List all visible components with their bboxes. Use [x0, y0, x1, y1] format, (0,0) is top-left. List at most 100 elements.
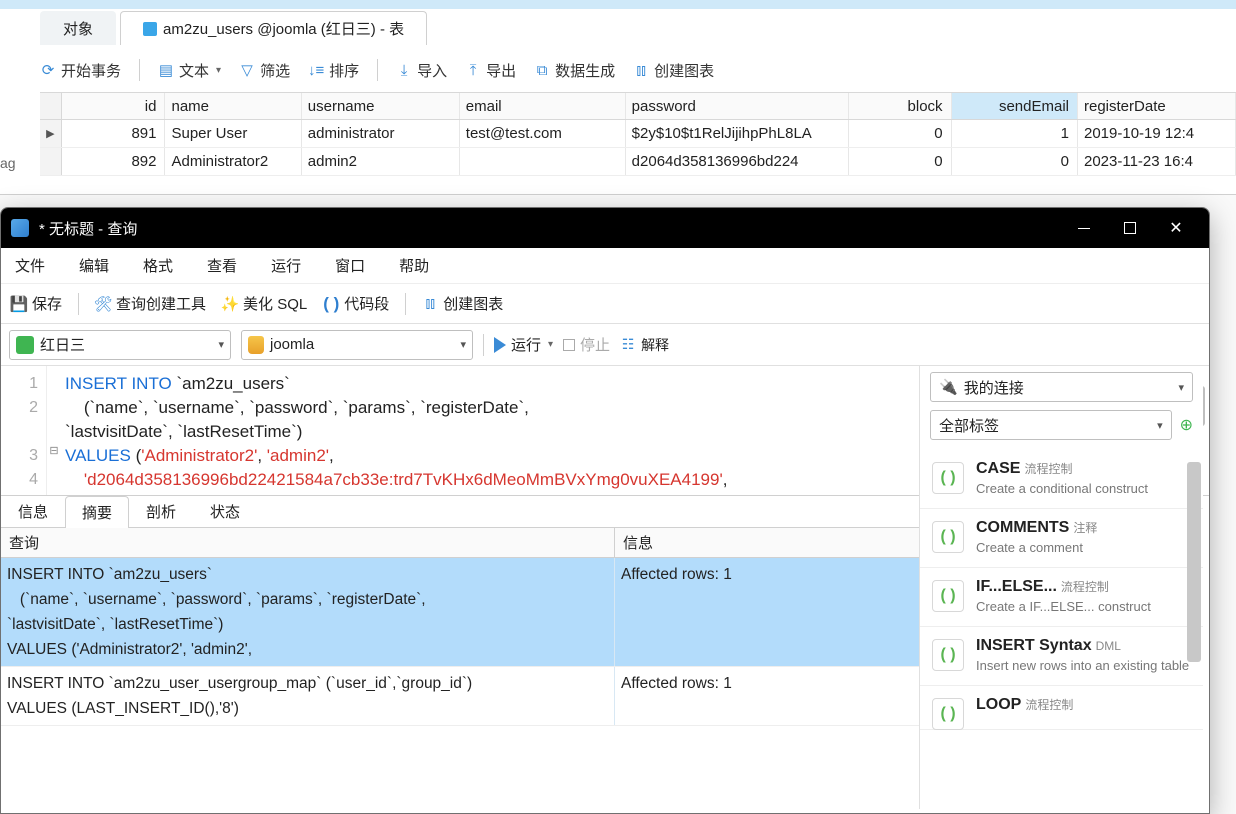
- beautify-icon: ✨: [222, 296, 238, 312]
- import-button[interactable]: ⤓导入: [396, 60, 447, 81]
- begin-transaction-button[interactable]: ⟳开始事务: [40, 60, 121, 81]
- col-block[interactable]: block: [849, 93, 952, 119]
- filter-button[interactable]: ▽筛选: [239, 60, 290, 81]
- col-sendemail[interactable]: sendEmail: [952, 93, 1078, 119]
- cell[interactable]: test@test.com: [460, 120, 626, 147]
- beautify-button[interactable]: ✨美化 SQL: [222, 293, 307, 314]
- cell[interactable]: 0: [952, 148, 1078, 175]
- explain-label: 解释: [641, 335, 669, 355]
- cell[interactable]: 0: [849, 148, 952, 175]
- row-handle[interactable]: ▶: [40, 120, 62, 147]
- save-button[interactable]: 💾保存: [11, 293, 62, 314]
- result-tab-profile[interactable]: 剖析: [129, 495, 193, 527]
- snippet-list: ( )CASE流程控制Create a conditional construc…: [920, 450, 1203, 730]
- maximize-button[interactable]: [1107, 208, 1153, 248]
- table-header: id name username email password block se…: [40, 92, 1236, 120]
- table-row[interactable]: 892 Administrator2 admin2 d2064d35813699…: [40, 148, 1236, 176]
- cell[interactable]: 891: [62, 120, 166, 147]
- row-handle[interactable]: [40, 148, 62, 175]
- snippet-panel: 🔌我的连接▾ 全部标签▾ ⊕ ( )CASE流程控制Create a condi…: [919, 366, 1203, 809]
- titlebar[interactable]: * 无标题 - 查询 ✕: [1, 208, 1209, 248]
- snippet-item[interactable]: ( )LOOP流程控制: [920, 686, 1203, 730]
- snippet-scrollbar[interactable]: [1187, 462, 1201, 662]
- save-label: 保存: [32, 293, 62, 314]
- tag-filter[interactable]: 全部标签▾: [930, 410, 1172, 440]
- close-button[interactable]: ✕: [1153, 208, 1199, 248]
- menu-run[interactable]: 运行: [271, 255, 301, 276]
- result-row[interactable]: INSERT INTO `am2zu_user_usergroup_map` (…: [1, 667, 919, 726]
- cell[interactable]: $2y$10$t1RelJijihpPhL8LA: [626, 120, 849, 147]
- menu-format[interactable]: 格式: [143, 255, 173, 276]
- snippet-item[interactable]: ( )INSERT SyntaxDMLInsert new rows into …: [920, 627, 1203, 686]
- begin-label: 开始事务: [61, 60, 121, 81]
- chart-button[interactable]: ⫾⫾创建图表: [422, 293, 503, 314]
- snippet-tag: 流程控制: [1061, 580, 1109, 594]
- connection-select[interactable]: 红日三▾: [9, 330, 231, 360]
- snippet-item[interactable]: ( )COMMENTS注释Create a comment: [920, 509, 1203, 568]
- menu-help[interactable]: 帮助: [399, 255, 429, 276]
- menu-view[interactable]: 查看: [207, 255, 237, 276]
- plug-icon: 🔌: [939, 378, 958, 396]
- cell[interactable]: 892: [62, 148, 166, 175]
- sort-label: 排序: [329, 60, 359, 81]
- col-name[interactable]: name: [165, 93, 301, 119]
- cell[interactable]: 2019-10-19 12:4: [1078, 120, 1236, 147]
- database-select[interactable]: joomla ▾: [241, 330, 473, 360]
- col-password[interactable]: password: [626, 93, 849, 119]
- tab-table[interactable]: am2zu_users @joomla (红日三) - 表: [120, 11, 427, 45]
- snippet-item[interactable]: ( )IF...ELSE...流程控制Create a IF...ELSE...…: [920, 568, 1203, 627]
- play-icon: [494, 337, 506, 353]
- col-username[interactable]: username: [302, 93, 460, 119]
- explain-button[interactable]: ☷解释: [620, 335, 669, 355]
- fold-column[interactable]: ⊟: [47, 366, 61, 495]
- export-label: 导出: [486, 60, 516, 81]
- snippet-tag: 注释: [1073, 521, 1097, 535]
- str: 'Administrator2': [141, 446, 257, 465]
- cell[interactable]: 1: [952, 120, 1078, 147]
- cell[interactable]: 2023-11-23 16:4: [1078, 148, 1236, 175]
- chevron-down-icon: ▾: [460, 338, 466, 351]
- result-row[interactable]: INSERT INTO `am2zu_users` (`name`, `user…: [1, 558, 919, 667]
- query-builder-button[interactable]: 🛠查询创建工具: [95, 293, 206, 314]
- result-tab-info[interactable]: 信息: [1, 495, 65, 527]
- result-col-message[interactable]: 信息: [615, 528, 919, 557]
- cell[interactable]: 0: [849, 120, 952, 147]
- result-tab-status[interactable]: 状态: [193, 495, 257, 527]
- chart-button[interactable]: ⫾⫾创建图表: [633, 60, 714, 81]
- menu-file[interactable]: 文件: [15, 255, 45, 276]
- text-button[interactable]: ▤文本▾: [158, 60, 221, 81]
- cell[interactable]: Administrator2: [165, 148, 301, 175]
- result-tab-summary[interactable]: 摘要: [65, 496, 129, 528]
- menu-edit[interactable]: 编辑: [79, 255, 109, 276]
- export-button[interactable]: ⤒导出: [465, 60, 516, 81]
- snippet-title: CASE: [976, 460, 1020, 477]
- result-col-query[interactable]: 查询: [1, 528, 615, 557]
- sort-button[interactable]: ↓≡排序: [308, 60, 359, 81]
- add-snippet-button[interactable]: ⊕: [1180, 415, 1193, 435]
- cell[interactable]: d2064d358136996bd224: [626, 148, 849, 175]
- result-query: INSERT INTO `am2zu_users` (`name`, `user…: [1, 558, 615, 666]
- col-registerdate[interactable]: registerDate: [1078, 93, 1236, 119]
- txt: (`name`, `username`, `password`, `params…: [65, 398, 529, 417]
- minimize-button[interactable]: [1061, 208, 1107, 248]
- import-label: 导入: [417, 60, 447, 81]
- cell[interactable]: Super User: [165, 120, 301, 147]
- database-label: joomla: [270, 336, 314, 353]
- result-tabs: 信息 摘要 剖析 状态: [1, 496, 919, 528]
- cell[interactable]: administrator: [302, 120, 460, 147]
- cell[interactable]: admin2: [302, 148, 460, 175]
- separator: [483, 334, 484, 356]
- datagen-button[interactable]: ⧉数据生成: [534, 60, 615, 81]
- run-button[interactable]: 运行▾: [494, 334, 553, 355]
- col-email[interactable]: email: [460, 93, 626, 119]
- snippet-item[interactable]: ( )CASE流程控制Create a conditional construc…: [920, 450, 1203, 509]
- cell[interactable]: [460, 148, 626, 175]
- menu-window[interactable]: 窗口: [335, 255, 365, 276]
- col-id[interactable]: id: [62, 93, 166, 119]
- table-row[interactable]: ▶ 891 Super User administrator test@test…: [40, 120, 1236, 148]
- connection-filter[interactable]: 🔌我的连接▾: [930, 372, 1193, 402]
- tab-objects[interactable]: 对象: [40, 11, 116, 45]
- line-gutter: 1234: [1, 366, 47, 495]
- snippet-button[interactable]: ( )代码段: [323, 293, 389, 314]
- snippet-title: INSERT Syntax: [976, 637, 1092, 654]
